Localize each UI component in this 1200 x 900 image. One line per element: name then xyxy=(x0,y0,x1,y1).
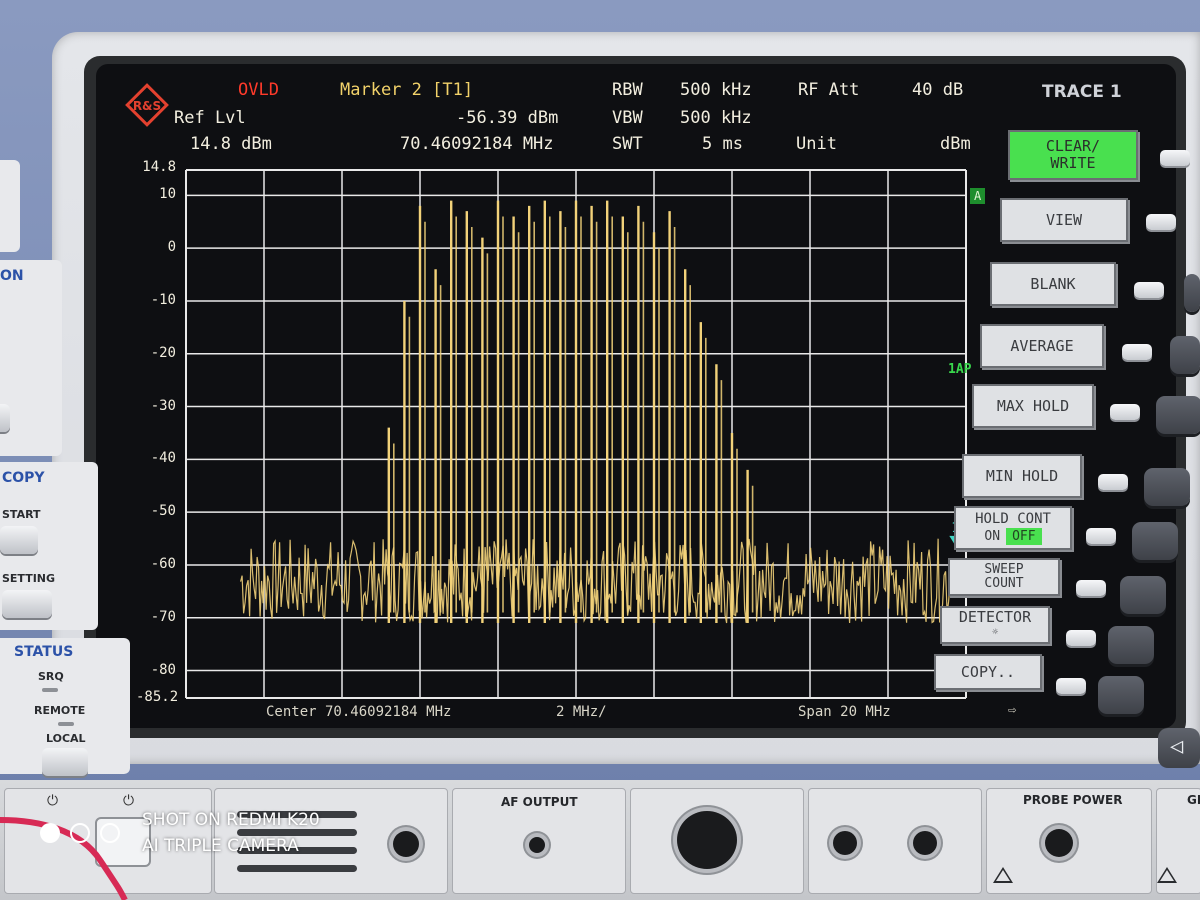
sweep-count-label: SWEEP COUNT xyxy=(984,562,1024,591)
vent-slot xyxy=(237,829,357,836)
af-output-section: AF OUTPUT xyxy=(452,788,626,894)
min-hold-label: MIN HOLD xyxy=(985,466,1059,485)
hardkey-8[interactable] xyxy=(1098,676,1144,714)
srq-label: SRQ xyxy=(38,670,64,683)
softkey-nub-10[interactable] xyxy=(1056,678,1086,694)
hardkey-6[interactable] xyxy=(1120,576,1166,614)
min-hold-softkey[interactable]: MIN HOLD xyxy=(962,454,1082,498)
remote-label: REMOTE xyxy=(34,704,86,717)
generator-section: GE xyxy=(1156,788,1200,894)
noise-floor-trace xyxy=(240,538,951,624)
arrow-right-icon: ⇨ xyxy=(1008,702,1017,718)
input-connector-section xyxy=(630,788,804,894)
af-output-label: AF OUTPUT xyxy=(501,795,578,809)
start-label: START xyxy=(2,508,41,521)
submenu-indicator-icon: ☼ xyxy=(991,627,999,638)
hardkey-4[interactable] xyxy=(1144,468,1190,506)
setting-label: SETTING xyxy=(2,572,56,585)
center-frequency: Center 70.46092184 MHz xyxy=(266,704,452,720)
softkey-nub-9[interactable] xyxy=(1066,630,1096,646)
blank-softkey[interactable]: BLANK xyxy=(990,262,1116,306)
hardcopy-section: COPY START SETTING xyxy=(0,462,98,630)
span-value: Span 20 MHz xyxy=(798,704,891,720)
setting-button[interactable] xyxy=(2,590,52,618)
softkey-nub-6[interactable] xyxy=(1098,474,1128,490)
hold-cont-softkey[interactable]: HOLD CONT ON OFF xyxy=(954,506,1072,550)
detector-softkey[interactable]: DETECTOR ☼ xyxy=(940,606,1050,644)
watermark-ring-icon xyxy=(70,823,90,843)
hold-off-label: OFF xyxy=(1006,528,1042,545)
watermark-ring-icon xyxy=(100,823,120,843)
left-panel-on-section: ON xyxy=(0,260,62,456)
hold-cont-label: HOLD CONT xyxy=(975,511,1051,527)
clear-write-softkey[interactable]: CLEAR/ WRITE xyxy=(1008,130,1138,180)
trace-flag: A xyxy=(970,188,986,204)
hardcopy-title: COPY xyxy=(2,470,45,486)
average-label: AVERAGE xyxy=(1010,336,1074,355)
probe-power-section: PROBE POWER xyxy=(986,788,1152,894)
af-output-jack[interactable] xyxy=(529,837,545,853)
clear-write-label: CLEAR/ WRITE xyxy=(1045,137,1101,172)
softkey-nub-2[interactable] xyxy=(1146,214,1176,230)
average-softkey[interactable]: AVERAGE xyxy=(980,324,1104,368)
watermark-dot-icon xyxy=(40,823,60,843)
hardkey-2[interactable] xyxy=(1170,336,1200,374)
hardkey-1[interactable] xyxy=(1184,274,1200,312)
srq-led xyxy=(42,688,58,692)
watermark-line-1: SHOT ON REDMI K20 xyxy=(142,810,320,830)
softkey-nub-4[interactable] xyxy=(1122,344,1152,360)
max-hold-softkey[interactable]: MAX HOLD xyxy=(972,384,1094,428)
local-button[interactable] xyxy=(42,748,88,776)
hold-cont-toggle: ON OFF xyxy=(984,528,1042,545)
frequency-per-division: 2 MHz/ xyxy=(556,704,607,720)
hardkey-5[interactable] xyxy=(1132,522,1178,560)
hold-on-label: ON xyxy=(984,529,1001,544)
probe-power-label: PROBE POWER xyxy=(1023,793,1123,807)
view-label: VIEW xyxy=(1045,210,1083,229)
aux-jack-2[interactable] xyxy=(913,831,937,855)
probe-power-connector[interactable] xyxy=(1045,829,1073,857)
remote-led xyxy=(58,722,74,726)
status-title: STATUS xyxy=(14,644,74,660)
generator-label: GE xyxy=(1187,793,1200,807)
warning-icon xyxy=(993,867,1013,883)
softkey-nub-5[interactable] xyxy=(1110,404,1140,420)
watermark-line-2: AI TRIPLE CAMERA xyxy=(142,836,299,856)
return-key[interactable]: ◁ xyxy=(1158,728,1200,768)
on-section-title: ON xyxy=(0,268,24,284)
local-label: LOCAL xyxy=(46,732,86,745)
copy-label: COPY.. xyxy=(960,662,1016,681)
sweep-count-softkey[interactable]: SWEEP COUNT xyxy=(948,558,1060,596)
start-button[interactable] xyxy=(0,526,38,554)
vent-slot xyxy=(237,865,357,872)
status-section: STATUS SRQ REMOTE LOCAL xyxy=(0,638,130,776)
softkey-nub-7[interactable] xyxy=(1086,528,1116,544)
softkey-nub-3[interactable] xyxy=(1134,282,1164,298)
headphone-jack[interactable] xyxy=(393,831,419,857)
warning-icon xyxy=(1157,867,1177,883)
analyzer-display: R&S OVLD Ref Lvl 14.8 dBm Marker 2 [T1] … xyxy=(96,64,1176,728)
blank-label: BLANK xyxy=(1030,274,1076,293)
hardkey-3[interactable] xyxy=(1156,396,1200,434)
left-side-button[interactable] xyxy=(0,404,10,432)
hardkey-7[interactable] xyxy=(1108,626,1154,664)
rf-input-connector[interactable] xyxy=(677,811,737,869)
left-panel-top xyxy=(0,160,20,252)
copy-softkey[interactable]: COPY.. xyxy=(934,654,1042,690)
softkey-nub-8[interactable] xyxy=(1076,580,1106,596)
max-hold-label: MAX HOLD xyxy=(996,396,1070,415)
red-cable xyxy=(0,817,128,900)
softkey-nub-1[interactable] xyxy=(1160,150,1190,166)
view-softkey[interactable]: VIEW xyxy=(1000,198,1128,242)
aux-connector-section xyxy=(808,788,982,894)
aux-jack-1[interactable] xyxy=(833,831,857,855)
triangle-left-icon: ◁ xyxy=(1170,734,1184,759)
detector-flag: 1AP xyxy=(948,362,972,377)
